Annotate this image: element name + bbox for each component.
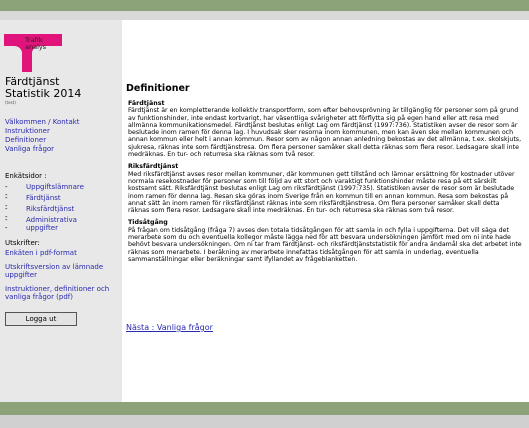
logout-button[interactable]: Logga ut [5, 312, 77, 326]
site-note: (test) [5, 100, 16, 105]
survey-link-admin[interactable]: Administrativa uppgifter [26, 216, 106, 232]
nav-instructions[interactable]: Instruktioner [5, 127, 50, 135]
logo-line2: analys [25, 43, 47, 51]
section-text-riksfardtjanst: Med riksfärdtjänst avses resor mellan ko… [128, 170, 515, 215]
site-title-line2: Statistik 2014 [5, 87, 82, 100]
print-link-submitted[interactable]: Utskriftsversion av lämnade uppgifter [5, 263, 117, 279]
nav-welcome[interactable]: Välkommen / Kontakt [5, 118, 80, 126]
section-text-fardtjanst: Färdtjänst är en kompletterande kollekti… [128, 107, 522, 159]
site-title: Färdtjänst Statistik 2014 [5, 76, 81, 100]
sidebar: Trafik analys Färdtjänst Statistik 2014 … [0, 20, 122, 402]
bottom-band-light [0, 415, 529, 428]
print-link-instructions[interactable]: Instruktioner, definitioner och vanliga … [5, 285, 117, 301]
logo-text: Trafik analys [25, 37, 46, 51]
bottom-band [0, 402, 529, 415]
top-band [0, 0, 529, 11]
section-heading-riksfardtjanst: Riksfärdtjänst [128, 163, 179, 171]
nav-faq[interactable]: Vanliga frågor [5, 145, 54, 153]
section-heading-tidsatgang: Tidsåtgång [128, 219, 168, 227]
survey-pages-title: Enkätsidor : [5, 172, 47, 180]
page-title: Definitioner [126, 83, 190, 94]
main-content: Definitioner Färdtjänst Färdtjänst är en… [122, 20, 529, 402]
main-nav: Välkommen / Kontakt Instruktioner Defini… [5, 118, 80, 154]
survey-link-fardtjanst[interactable]: Färdtjänst [26, 194, 121, 202]
prints-title: Utskrifter: [5, 239, 40, 247]
print-link-pdf[interactable]: Enkäten i pdf-format [5, 249, 117, 257]
item-dash: -- [5, 216, 8, 232]
top-band-light [0, 11, 529, 20]
section-text-tidsatgang: På frågan om tidsåtgång (fråga 7) avses … [128, 226, 522, 263]
survey-link-respondent[interactable]: Uppgiftslämnare [26, 183, 121, 191]
survey-link-riksfardtjanst[interactable]: Riksfärdtjänst [26, 205, 121, 213]
nav-definitions[interactable]: Definitioner [5, 136, 46, 144]
prints-links: Enkäten i pdf-format Utskriftsversion av… [5, 249, 117, 307]
next-page-link[interactable]: Nästa : Vanliga frågor [126, 323, 213, 332]
definitions-content: Färdtjänst Färdtjänst är en kompletteran… [128, 100, 522, 268]
